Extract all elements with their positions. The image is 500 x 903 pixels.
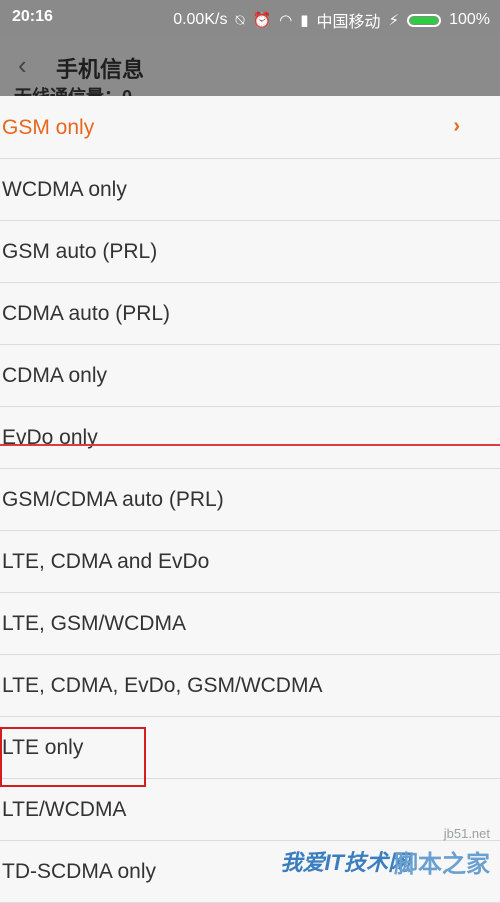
option-label: LTE, CDMA and EvDo — [2, 549, 210, 573]
background-row-peek: 无线通信量：0 — [14, 82, 132, 96]
option-label: CDMA auto (PRL) — [2, 301, 171, 325]
watermark-site-name: 脚本之家 — [394, 851, 490, 878]
status-right-group: 0.00K/s ⍉ ⏰ ◠ ▮ 中国移动 ⚡ 100% — [173, 8, 490, 32]
option-label: WCDMA only — [2, 177, 127, 201]
option-cdma-only[interactable]: CDMA only — [0, 345, 500, 407]
option-label: TD-SCDMA only — [2, 859, 157, 883]
option-label: CDMA only — [2, 363, 108, 387]
annotation-line — [0, 444, 500, 446]
watermark-logo-text: 我爱IT技术网 — [280, 850, 410, 875]
option-label: GSM only — [2, 115, 95, 139]
watermark: jb51.net 我爱IT技术网 脚本之家 — [274, 815, 494, 885]
signal-icon: ▮ — [300, 12, 309, 29]
option-gsm-only[interactable]: GSM only › — [0, 97, 500, 159]
option-label: GSM/CDMA auto (PRL) — [2, 487, 224, 511]
wifi-icon: ◠ — [279, 12, 293, 29]
status-bar: 20:16 0.00K/s ⍉ ⏰ ◠ ▮ 中国移动 ⚡ 100% — [0, 0, 500, 36]
page-title: 手机信息 — [56, 57, 145, 82]
network-speed: 0.00K/s — [173, 11, 228, 28]
alarm-icon: ⏰ — [252, 12, 272, 29]
battery-percent: 100% — [449, 11, 490, 28]
option-label: GSM auto (PRL) — [2, 239, 158, 263]
watermark-url: jb51.net — [443, 826, 490, 841]
option-evdo-only[interactable]: EvDo only — [0, 407, 500, 469]
chevron-right-icon: › — [453, 115, 460, 137]
option-label: LTE, GSM/WCDMA — [2, 611, 186, 635]
option-gsm-cdma-auto-prl[interactable]: GSM/CDMA auto (PRL) — [0, 469, 500, 531]
status-time: 20:16 — [12, 8, 53, 25]
mute-vibrate-icon: ⍉ — [235, 11, 245, 29]
option-gsm-auto-prl[interactable]: GSM auto (PRL) — [0, 221, 500, 283]
option-label: LTE/WCDMA — [2, 797, 127, 821]
option-cdma-auto-prl[interactable]: CDMA auto (PRL) — [0, 283, 500, 345]
option-lte-cdma-evdo[interactable]: LTE, CDMA and EvDo — [0, 531, 500, 593]
carrier-name: 中国移动 — [316, 14, 381, 31]
annotation-highlight-box — [0, 727, 146, 787]
option-lte-gsm-wcdma[interactable]: LTE, GSM/WCDMA — [0, 593, 500, 655]
option-lte-cdma-evdo-gsm-wcdma[interactable]: LTE, CDMA, EvDo, GSM/WCDMA — [0, 655, 500, 717]
charging-icon: ⚡ — [388, 12, 400, 29]
option-wcdma-only[interactable]: WCDMA only — [0, 159, 500, 221]
option-label: LTE, CDMA, EvDo, GSM/WCDMA — [2, 673, 323, 697]
chevron-left-icon[interactable]: ‹ — [18, 50, 27, 81]
battery-icon — [407, 13, 442, 27]
